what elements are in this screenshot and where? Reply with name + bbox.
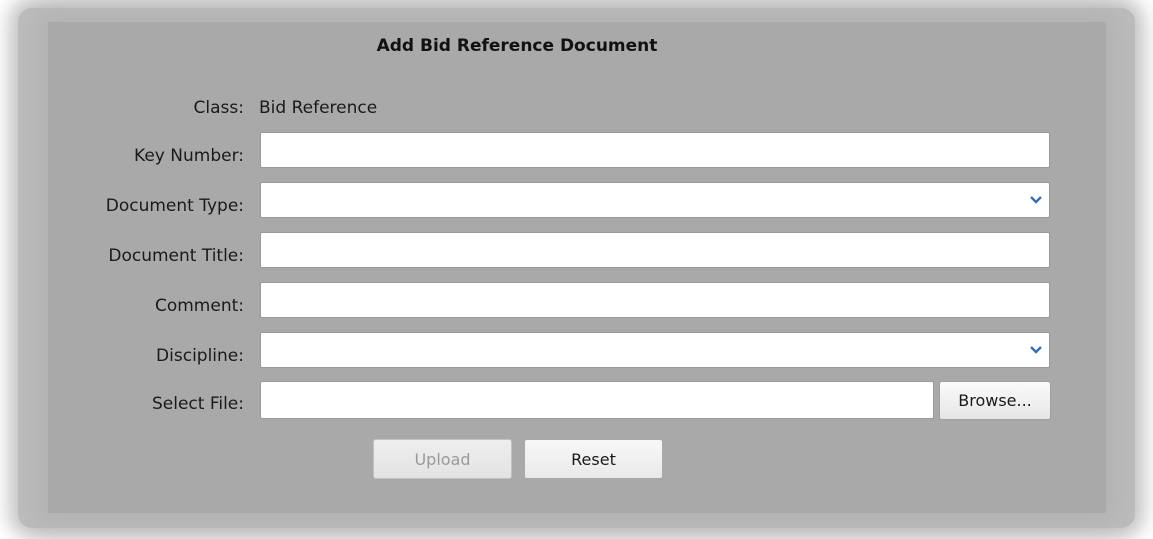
comment-input[interactable] — [261, 283, 1049, 317]
class-value: Bid Reference — [259, 98, 378, 118]
class-label: Class: — [193, 98, 244, 118]
comment-label: Comment: — [154, 296, 244, 316]
upload-button[interactable]: Upload — [373, 439, 512, 479]
select-file-input[interactable] — [261, 382, 933, 418]
chevron-down-icon[interactable] — [1023, 333, 1049, 367]
comment-field[interactable] — [260, 282, 1050, 318]
document-type-select[interactable] — [260, 182, 1050, 218]
document-type-label: Document Type: — [105, 196, 244, 216]
document-title-label: Document Title: — [108, 246, 244, 266]
reset-button[interactable]: Reset — [524, 439, 663, 479]
document-title-field[interactable] — [260, 232, 1050, 268]
browse-button[interactable]: Browse... — [939, 381, 1051, 420]
key-number-field[interactable] — [260, 132, 1050, 168]
dialog-title: Add Bid Reference Document — [376, 36, 658, 56]
discipline-label: Discipline: — [156, 346, 244, 366]
document-title-input[interactable] — [261, 233, 1049, 267]
key-number-input[interactable] — [261, 133, 1049, 167]
discipline-value[interactable] — [261, 333, 1049, 367]
discipline-select[interactable] — [260, 332, 1050, 368]
document-type-value[interactable] — [261, 183, 1049, 217]
select-file-label: Select File: — [151, 394, 244, 414]
select-file-field[interactable] — [260, 381, 934, 419]
key-number-label: Key Number: — [134, 146, 244, 166]
chevron-down-icon[interactable] — [1023, 183, 1049, 217]
